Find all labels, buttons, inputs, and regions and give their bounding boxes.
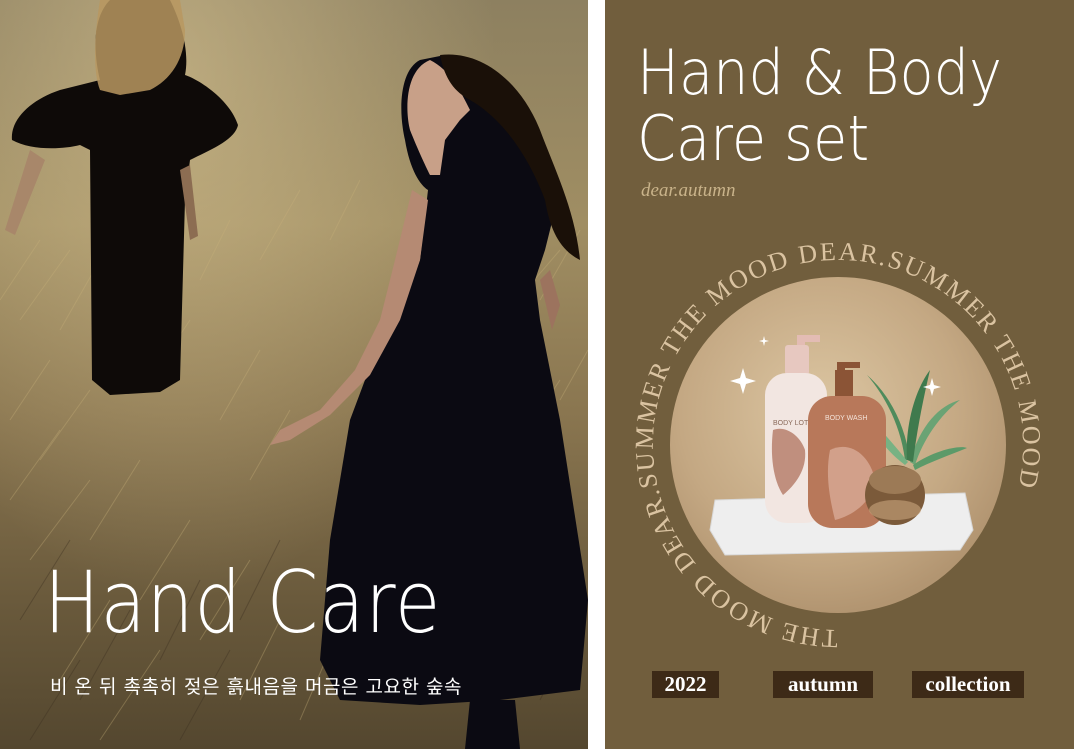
product-circle-graphic: THE MOOD DEAR.SUMMER THE MOOD DEAR.SUMME… — [630, 237, 1045, 653]
hand-care-subtitle: 비 온 뒤 촉촉히 젖은 흙내음을 머금은 고요한 숲속 — [50, 676, 462, 698]
poster-title-line1: Hand & Body — [637, 36, 1003, 109]
year-badge: 2022 — [652, 671, 719, 698]
poster-title-line2: Care set — [637, 102, 870, 175]
collection-badge: collection — [912, 671, 1024, 698]
hand-care-title: Hand Care — [44, 553, 442, 653]
scrub-jar-icon — [865, 465, 925, 525]
poster-title: Hand & Body Care set — [637, 40, 1002, 172]
product-poster-panel: Hand & Body Care set dear.autumn THE MOO… — [605, 0, 1074, 749]
svg-text:BODY WASH: BODY WASH — [825, 415, 867, 422]
poster-tagline: dear.autumn — [641, 180, 736, 201]
season-badge: autumn — [773, 671, 873, 698]
photo-panel: Hand Care 비 온 뒤 촉촉히 젖은 흙내음을 머금은 고요한 숲속 — [0, 0, 588, 749]
